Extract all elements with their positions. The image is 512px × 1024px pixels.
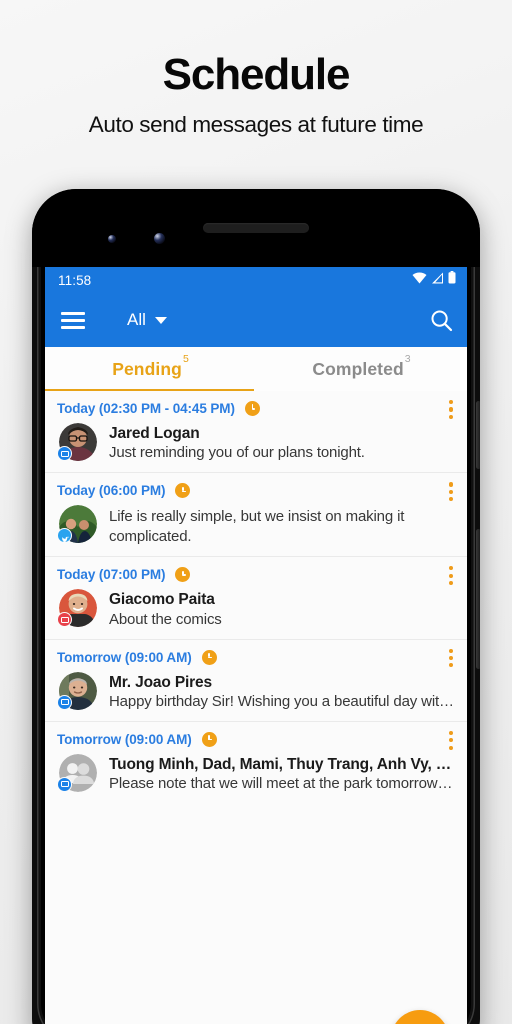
avatar bbox=[57, 505, 97, 544]
phone-top-bezel bbox=[32, 189, 480, 267]
battery-icon bbox=[448, 271, 456, 289]
list-item-body: Jared Logan Just reminding you of our pl… bbox=[57, 423, 455, 463]
page-title: Schedule bbox=[162, 50, 351, 99]
hamburger-line bbox=[61, 311, 85, 315]
list-item-text: Mr. Joao Pires Happy birthday Sir! Wishi… bbox=[109, 672, 455, 712]
hamburger-line bbox=[61, 318, 85, 322]
message-preview: Life is really simple, but we insist on … bbox=[109, 508, 405, 546]
schedule-time: Tomorrow (09:00 AM) bbox=[57, 731, 192, 747]
contact-name: Giacomo Paita bbox=[109, 591, 215, 609]
list-item[interactable]: Tomorrow (09:00 AM) bbox=[45, 638, 467, 721]
clock-icon bbox=[201, 731, 217, 747]
tab-pending-label: Pending bbox=[112, 358, 182, 379]
overflow-menu-icon[interactable] bbox=[448, 648, 453, 668]
tab-bar: Pending 5 Completed 3 bbox=[45, 347, 467, 391]
message-preview: About the comics bbox=[109, 610, 222, 628]
tab-pending[interactable]: Pending 5 bbox=[45, 347, 256, 391]
list-item-text: Tuong Minh, Dad, Mami, Thuy Trang, Anh V… bbox=[109, 754, 455, 794]
search-icon[interactable] bbox=[430, 309, 453, 332]
message-preview: Just reminding you of our plans tonight. bbox=[109, 444, 365, 462]
list-item[interactable]: Tomorrow (09:00 AM) bbox=[45, 720, 467, 803]
app-bar: All bbox=[45, 293, 467, 347]
filter-dropdown[interactable]: All bbox=[127, 310, 167, 330]
clock-icon bbox=[244, 401, 260, 416]
list-item[interactable]: Today (06:00 PM) Life is really simple, … bbox=[45, 472, 467, 556]
overflow-menu-icon[interactable] bbox=[448, 482, 453, 502]
messenger-badge-icon bbox=[57, 446, 72, 461]
contact-name: Tuong Minh, Dad, Mami, Thuy Trang, Anh V… bbox=[109, 755, 455, 773]
avatar bbox=[57, 671, 97, 710]
avatar bbox=[57, 589, 97, 628]
list-item[interactable]: Today (02:30 PM - 04:45 PM) Jared Logan … bbox=[45, 391, 467, 472]
filter-dropdown-label: All bbox=[127, 310, 146, 329]
tab-completed-badge: 3 bbox=[404, 353, 411, 365]
list-item-header: Today (07:00 PM) bbox=[57, 567, 455, 583]
list-item-header: Today (02:30 PM - 04:45 PM) bbox=[57, 401, 455, 416]
list-item-text: Giacomo Paita About the comics bbox=[109, 589, 455, 629]
list-item-header: Today (06:00 PM) bbox=[57, 483, 455, 499]
promo-header: Schedule Auto send messages at future ti… bbox=[0, 0, 512, 138]
tab-completed-label: Completed bbox=[312, 358, 404, 379]
message-preview: Please note that we will meet at the par… bbox=[109, 775, 455, 793]
status-clock: 11:58 bbox=[58, 272, 92, 288]
list-item-body: Life is really simple, but we insist on … bbox=[57, 505, 455, 547]
schedule-time: Today (07:00 PM) bbox=[57, 567, 166, 583]
scheduled-message-list: Today (02:30 PM - 04:45 PM) Jared Logan … bbox=[45, 391, 467, 804]
status-icon-group bbox=[412, 271, 456, 289]
tab-completed[interactable]: Completed 3 bbox=[256, 347, 467, 391]
clock-icon bbox=[175, 483, 191, 499]
list-item-header: Tomorrow (09:00 AM) bbox=[57, 731, 455, 747]
messenger-badge-icon bbox=[57, 694, 72, 710]
tab-pending-badge: 5 bbox=[182, 353, 189, 365]
power-button[interactable] bbox=[476, 401, 480, 469]
messenger-badge-icon bbox=[57, 776, 72, 792]
front-camera-icon bbox=[154, 233, 165, 244]
overflow-menu-icon[interactable] bbox=[448, 730, 453, 750]
overflow-menu-icon[interactable] bbox=[448, 400, 453, 419]
signal-icon bbox=[431, 271, 444, 289]
schedule-time: Today (06:00 PM) bbox=[57, 483, 166, 499]
hamburger-menu-icon[interactable] bbox=[61, 311, 85, 329]
add-schedule-fab[interactable] bbox=[391, 1010, 449, 1024]
clock-icon bbox=[201, 649, 217, 665]
group-avatar bbox=[57, 753, 97, 792]
overflow-menu-icon[interactable] bbox=[448, 566, 453, 586]
page-subtitle: Auto send messages at future time bbox=[88, 112, 424, 138]
list-item[interactable]: Today (07:00 PM) Giacomo Paita About the… bbox=[45, 556, 467, 638]
list-item-body: Giacomo Paita About the comics bbox=[57, 589, 455, 629]
clock-icon bbox=[175, 567, 191, 583]
volume-button[interactable] bbox=[476, 529, 480, 669]
list-item-text: Jared Logan Just reminding you of our pl… bbox=[109, 423, 455, 463]
schedule-time: Today (02:30 PM - 04:45 PM) bbox=[57, 401, 235, 416]
status-bar: 11:58 bbox=[45, 267, 467, 293]
wifi-icon bbox=[412, 271, 427, 289]
hamburger-line bbox=[61, 325, 85, 329]
list-item-body: Tuong Minh, Dad, Mami, Thuy Trang, Anh V… bbox=[57, 753, 455, 794]
phone-mockup: 11:58 All Pending 5 Completed 3 Today (0… bbox=[32, 189, 480, 1024]
list-item-text: Life is really simple, but we insist on … bbox=[109, 505, 455, 547]
avatar bbox=[57, 423, 97, 461]
list-item-header: Tomorrow (09:00 AM) bbox=[57, 649, 455, 665]
chevron-down-icon bbox=[154, 316, 167, 324]
phone-screen: 11:58 All Pending 5 Completed 3 Today (0… bbox=[45, 267, 467, 1024]
earpiece-speaker bbox=[203, 223, 309, 233]
contact-name: Jared Logan bbox=[109, 425, 200, 442]
message-preview: Happy birthday Sir! Wishing you a beauti… bbox=[109, 692, 455, 710]
sensor-icon bbox=[108, 235, 116, 243]
schedule-time: Tomorrow (09:00 AM) bbox=[57, 649, 192, 665]
contact-name: Mr. Joao Pires bbox=[109, 673, 213, 691]
list-item-body: Mr. Joao Pires Happy birthday Sir! Wishi… bbox=[57, 671, 455, 712]
